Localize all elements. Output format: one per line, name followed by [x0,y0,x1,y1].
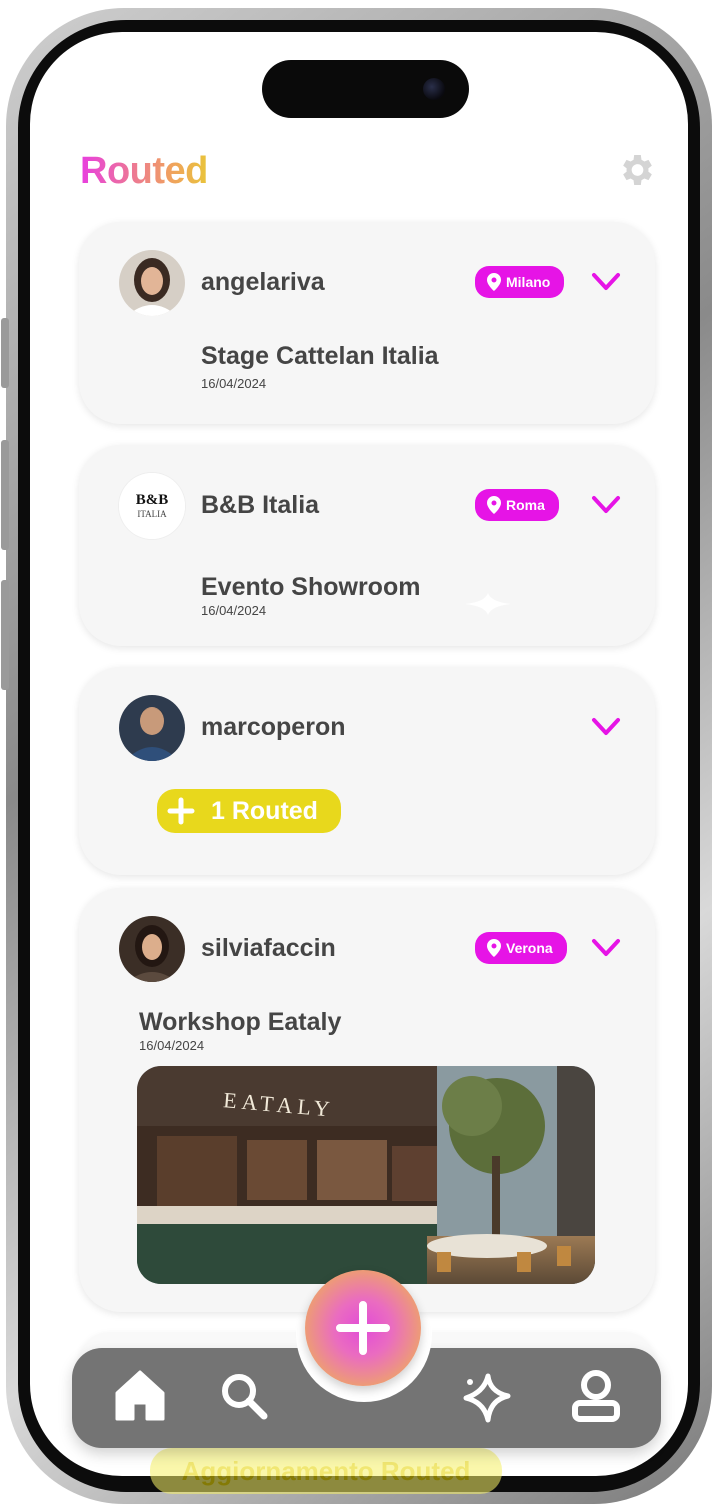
sparkle-icon[interactable] [458,1370,514,1426]
bb-italia-logo-icon: B&B ITALIA [119,473,185,539]
plus-icon [167,797,195,825]
routed-button[interactable]: 1 Routed [157,789,341,833]
location-badge[interactable]: Verona [475,932,567,964]
post-title[interactable]: Evento Showroom [201,573,420,602]
add-button[interactable] [305,1270,421,1386]
feed-card[interactable]: marcoperon 1 Routed [79,667,655,875]
post-date: 16/04/2024 [201,376,267,391]
avatar[interactable]: B&B ITALIA [119,473,185,539]
dynamic-island [262,60,469,118]
chevron-down-icon[interactable] [591,938,621,958]
gear-icon[interactable] [616,150,656,190]
location-badge[interactable]: Roma [475,489,559,521]
username[interactable]: silviafaccin [201,934,336,963]
chevron-down-icon[interactable] [591,717,621,737]
chevron-down-icon[interactable] [591,272,621,292]
avatar[interactable] [119,250,185,316]
routed-label: 1 Routed [211,796,318,825]
front-camera [423,78,445,100]
chevron-down-icon[interactable] [591,495,621,515]
svg-text:ITALIA: ITALIA [137,509,167,519]
feed-card[interactable]: angelariva Milano Stage Cattelan Italia … [79,222,655,424]
sparkle-icon [465,593,511,615]
location-label: Milano [506,274,551,290]
post-title[interactable]: Stage Cattelan Italia [201,342,439,371]
location-label: Roma [506,497,545,513]
location-pin-icon [487,496,501,514]
location-badge[interactable]: Milano [475,266,565,298]
home-icon[interactable] [112,1368,168,1424]
username[interactable]: marcoperon [201,713,345,742]
profile-icon[interactable] [568,1368,624,1424]
update-routed-pill: Aggiornamento Routed [150,1448,502,1494]
svg-text:B&B: B&B [136,492,169,508]
username[interactable]: angelariva [201,268,325,297]
post-title[interactable]: Workshop Eataly [139,1008,341,1037]
avatar[interactable] [119,916,185,982]
post-date: 16/04/2024 [139,1038,205,1053]
update-routed-label: Aggiornamento Routed [181,1455,471,1486]
avatar[interactable] [119,695,185,761]
feed-card[interactable]: silviafaccin Verona Workshop Eataly 16/0… [79,888,655,1312]
post-image[interactable]: EATALY [137,1066,595,1284]
feed-card[interactable]: B&B ITALIA B&B Italia Roma Evento Showro… [79,445,655,646]
username[interactable]: B&B Italia [201,491,319,520]
add-icon [336,1301,390,1355]
search-icon[interactable] [216,1368,272,1424]
location-pin-icon [487,273,501,291]
post-date: 16/04/2024 [201,603,267,618]
location-pin-icon [487,939,501,957]
side-button-volume-down [1,580,9,690]
app-title: Routed [80,150,208,192]
side-button-volume-up [1,440,9,550]
location-label: Verona [506,940,553,956]
side-button-action [1,318,9,388]
